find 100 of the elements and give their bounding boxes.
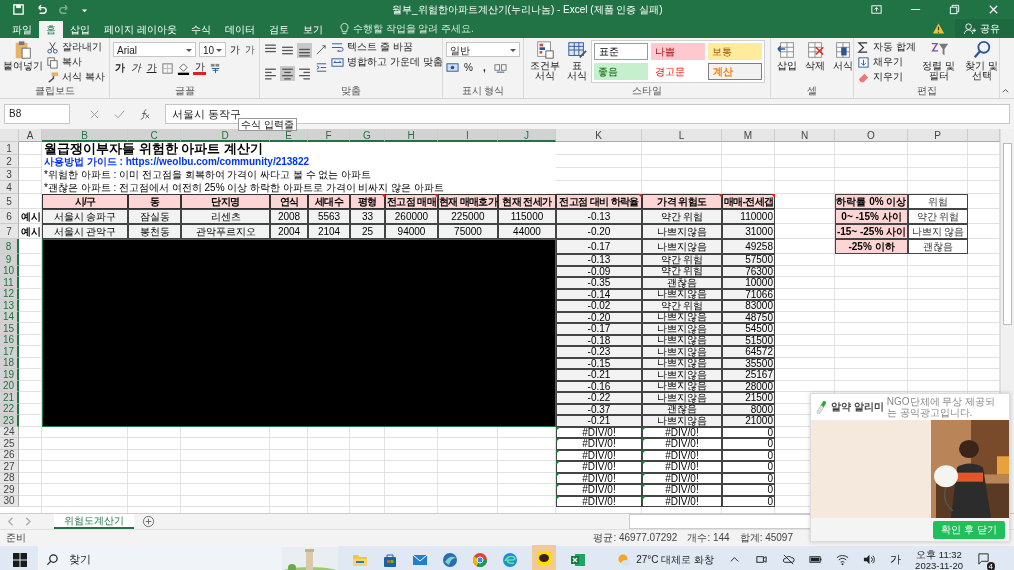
row-header[interactable]: 29 (0, 484, 19, 496)
name-box[interactable]: B8 (4, 104, 70, 124)
orientation-icon[interactable] (315, 43, 328, 56)
align-icon[interactable] (263, 66, 278, 81)
column-header[interactable]: I (438, 129, 498, 142)
column-header[interactable]: B (42, 129, 128, 142)
horizontal-scrollbar[interactable] (629, 514, 811, 529)
format-cells-button[interactable]: 서식 (830, 40, 855, 84)
align-icon[interactable] (297, 43, 312, 58)
column-header[interactable]: O (835, 129, 908, 142)
decimal-icon[interactable] (494, 61, 507, 74)
camera-icon[interactable] (755, 553, 769, 566)
row-header[interactable]: 27 (0, 461, 19, 473)
currency-icon[interactable] (446, 61, 459, 74)
fill-button[interactable]: 채우기 (857, 55, 916, 69)
collapse-ribbon-icon[interactable] (1001, 86, 1010, 95)
autosum-button[interactable]: 자동 합계 (857, 40, 916, 54)
delete-cells-button[interactable]: 삭제 (802, 40, 827, 84)
notification-icon[interactable] (977, 551, 990, 565)
wifi-icon[interactable] (836, 553, 850, 566)
copy-button[interactable]: 복사 (46, 55, 105, 69)
fill-bucket-icon[interactable] (177, 61, 190, 75)
ribbon-tab[interactable]: 삽입 (63, 21, 97, 38)
clock-time[interactable]: 오후 11:32 (916, 548, 962, 560)
tell-me-field[interactable]: 수행할 작업을 알려 주세요. (350, 22, 505, 35)
cloud-icon[interactable] (782, 553, 796, 566)
row-header[interactable]: 3 (0, 168, 19, 181)
restore-icon[interactable] (948, 3, 961, 16)
shopping-bag-icon[interactable] (382, 551, 398, 568)
ribbon-tab[interactable]: 보기 (295, 21, 330, 38)
row-header[interactable]: 19 (0, 369, 19, 381)
percent-button[interactable]: % (462, 62, 475, 73)
column-header[interactable]: L (642, 129, 722, 142)
shrink-font-button[interactable]: 가 (243, 42, 256, 57)
row-header[interactable]: 11 (0, 277, 19, 289)
weather-text[interactable]: 27°C 대체로 화창 (636, 552, 715, 567)
battery-icon[interactable] (809, 553, 823, 566)
column-header[interactable]: E (270, 129, 308, 142)
row-header[interactable]: 25 (0, 438, 19, 450)
ribbon-tab[interactable]: 페이지 레이아웃 (97, 21, 184, 38)
merge-center-button[interactable]: 병합하고 가운데 맞춤 (331, 55, 443, 69)
wave-browser-icon[interactable] (502, 551, 518, 568)
row-header[interactable]: 5 (0, 194, 19, 209)
cell-style-option[interactable]: 좋음 (594, 63, 648, 80)
browser-icon[interactable] (472, 551, 488, 568)
close-icon[interactable] (987, 3, 1000, 16)
row-header[interactable]: 21 (0, 392, 19, 404)
column-header[interactable]: J (498, 129, 556, 142)
ribbon-display-icon[interactable] (870, 3, 883, 16)
cell-style-option[interactable]: 보통 (708, 43, 762, 60)
cell-style-option[interactable]: 표준 (594, 43, 648, 60)
row-header[interactable]: 9 (0, 254, 19, 266)
wrap-text-button[interactable]: 텍스트 줄 바꿈 (331, 40, 443, 54)
column-header[interactable]: P (908, 129, 968, 142)
insert-cells-button[interactable]: 삽입 (774, 40, 799, 84)
row-header[interactable]: 13 (0, 300, 19, 312)
column-header[interactable]: D (181, 129, 270, 142)
align-icon[interactable] (297, 66, 312, 81)
indent-icon[interactable] (315, 61, 328, 74)
cut-button[interactable]: 잘라내기 (46, 40, 105, 54)
input-method-indicator[interactable]: 가 (890, 552, 902, 567)
spreadsheet-app-icon[interactable] (570, 551, 586, 568)
row-header[interactable]: 2 (0, 155, 19, 168)
row-header[interactable]: 15 (0, 323, 19, 335)
font-name-field[interactable]: Arial (113, 42, 196, 57)
find-select-button[interactable]: 찾기 및 선택 (961, 40, 1002, 84)
share-button[interactable]: 공유 (955, 19, 1014, 38)
column-header[interactable]: F (308, 129, 350, 142)
row-header[interactable]: 23 (0, 415, 19, 427)
warning-icon[interactable] (932, 22, 945, 35)
ribbon-tab[interactable]: 파일 (5, 21, 39, 38)
clear-button[interactable]: 지우기 (857, 70, 916, 84)
row-header[interactable]: 17 (0, 346, 19, 358)
phonetic-guide-icon[interactable] (209, 61, 222, 75)
ribbon-tab[interactable]: 데이터 (217, 21, 262, 38)
font-size-field[interactable]: 10 (198, 42, 226, 57)
paste-button[interactable]: 붙여넣기 (3, 40, 43, 84)
grow-font-button[interactable]: 가 (228, 42, 241, 57)
align-icon[interactable] (280, 66, 295, 81)
underline-button[interactable]: 가 (145, 61, 158, 75)
ribbon-tab[interactable]: 검토 (261, 21, 296, 38)
start-button[interactable] (12, 551, 28, 568)
bold-button[interactable]: 가 (113, 61, 126, 75)
row-header[interactable]: 4 (0, 181, 19, 194)
add-sheet-icon[interactable] (142, 515, 155, 528)
column-header[interactable]: K (556, 129, 642, 142)
chat-app-icon[interactable] (536, 549, 552, 566)
column-header[interactable]: G (350, 129, 385, 142)
insert-function-icon[interactable] (138, 107, 151, 121)
row-header[interactable]: 6 (0, 209, 19, 224)
speaker-icon[interactable] (863, 553, 877, 566)
column-header[interactable]: H (385, 129, 438, 142)
column-header[interactable]: N (775, 129, 835, 142)
save-icon[interactable] (12, 3, 25, 16)
search-field[interactable]: 찾기 (69, 552, 91, 567)
row-header[interactable]: 1 (0, 142, 19, 155)
italic-button[interactable]: 가 (129, 61, 142, 75)
number-format-field[interactable]: 일반 (446, 42, 520, 57)
format-painter-button[interactable]: 서식 복사 (46, 70, 105, 84)
row-header[interactable]: 7 (0, 224, 19, 239)
